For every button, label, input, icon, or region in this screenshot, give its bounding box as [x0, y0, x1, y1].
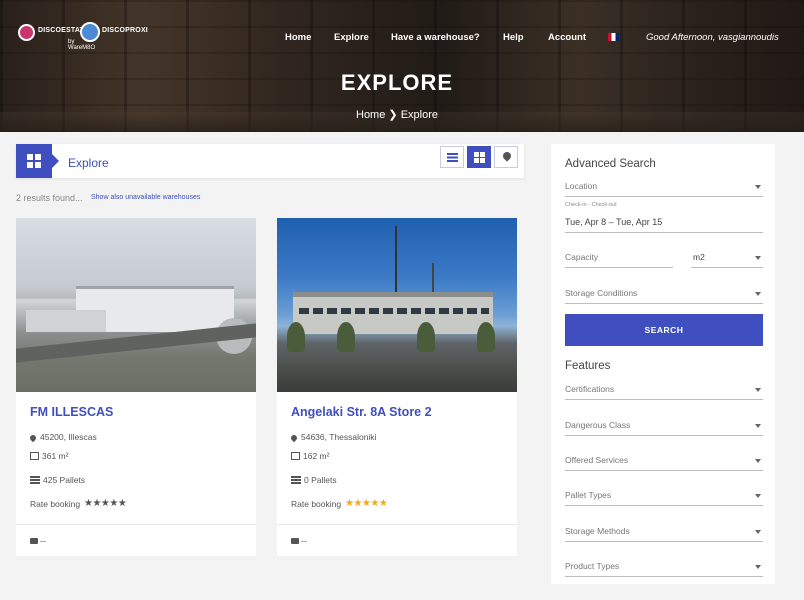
features-title: Features	[565, 360, 611, 372]
chevron-down-icon	[755, 292, 761, 296]
storage-conditions-label: Storage Conditions	[565, 288, 638, 298]
storage-methods-select[interactable]: Storage Methods	[565, 526, 763, 542]
capacity-input[interactable]: Capacity	[565, 252, 673, 268]
warehouse-pallets: 425 Pallets	[30, 475, 85, 485]
pallets-text: 0 Pallets	[304, 475, 337, 485]
map-view-button[interactable]	[494, 146, 518, 168]
offered-services-select[interactable]: Offered Services	[565, 455, 763, 471]
location-text: 45200, Illescas	[40, 432, 97, 442]
area-text: 162 m²	[303, 451, 330, 461]
briefcase-icon	[291, 538, 299, 544]
breadcrumb-separator: ❯	[388, 109, 398, 121]
pallets-text: 425 Pallets	[43, 475, 86, 485]
warehouse-card[interactable]: Angelaki Str. 8A Store 2 54636, Thessalo…	[277, 218, 517, 556]
explore-badge	[16, 144, 52, 178]
card-footer: --	[291, 536, 307, 546]
location-select[interactable]: Location	[565, 181, 763, 197]
user-greeting[interactable]: Good Afternoon, vasgiannoudis	[646, 32, 779, 43]
grid-icon	[474, 152, 485, 163]
page-title: EXPLORE	[340, 70, 454, 95]
date-range-underline	[565, 232, 763, 233]
warehouse-image[interactable]	[277, 218, 517, 392]
storage-methods-label: Storage Methods	[565, 526, 630, 536]
area-icon	[30, 452, 39, 460]
language-flag-icon[interactable]	[608, 33, 619, 41]
breadcrumb-current: Explore	[400, 109, 438, 121]
grid-icon	[27, 154, 41, 168]
chevron-down-icon	[755, 424, 761, 428]
warehouse-location: 54636, Thessaloniki	[289, 432, 377, 443]
card-divider	[16, 524, 256, 525]
warehouse-area: 361 m²	[30, 451, 68, 461]
list-view-button[interactable]	[440, 146, 464, 168]
warehouse-location: 45200, Illescas	[28, 432, 97, 443]
card-footer-text: --	[40, 536, 46, 546]
location-text: 54636, Thessaloniki	[301, 432, 377, 442]
chevron-down-icon	[755, 388, 761, 392]
warehouse-card[interactable]: FM ILLESCAS 45200, Illescas 361 m² 425 P…	[16, 218, 256, 556]
explore-label: Explore	[68, 156, 109, 170]
product-types-select[interactable]: Product Types	[565, 561, 763, 577]
rating-stars[interactable]: ★★★★★	[345, 498, 388, 509]
brand-byline: by WareM8O	[68, 39, 96, 51]
brand-name-2: DISCOPROXI	[102, 27, 148, 34]
dangerous-class-select[interactable]: Dangerous Class	[565, 420, 763, 436]
pallet-types-label: Pallet Types	[565, 490, 612, 500]
pallet-icon	[30, 476, 40, 484]
nav-account[interactable]: Account	[548, 32, 586, 43]
chevron-down-icon	[755, 530, 761, 534]
location-pin-icon	[28, 433, 38, 443]
map-pin-icon	[501, 150, 513, 162]
briefcase-icon	[30, 538, 38, 544]
show-unavailable-link[interactable]: Show also unavailable warehouses	[91, 194, 200, 201]
card-footer-text: --	[301, 536, 307, 546]
nav-help[interactable]: Help	[503, 32, 524, 43]
unit-select[interactable]: m2	[691, 252, 763, 268]
warehouse-title[interactable]: FM ILLESCAS	[30, 405, 113, 419]
rate-booking-label: Rate booking	[30, 499, 81, 509]
breadcrumb-home[interactable]: Home	[356, 109, 385, 121]
location-select-label: Location	[565, 181, 598, 191]
list-icon	[447, 153, 458, 162]
chevron-down-icon	[755, 565, 761, 569]
certifications-label: Certifications	[565, 384, 615, 394]
nav-have-a-warehouse[interactable]: Have a warehouse?	[391, 32, 480, 43]
warehouse-area: 162 m²	[291, 451, 329, 461]
nav-home[interactable]: Home	[285, 32, 311, 43]
date-range-label: Check-in - Check-out	[565, 202, 617, 208]
breadcrumb: Home ❯ Explore	[0, 108, 794, 121]
product-types-label: Product Types	[565, 561, 620, 571]
offered-services-label: Offered Services	[565, 455, 629, 465]
date-range-input[interactable]: Tue, Apr 8 – Tue, Apr 15	[565, 217, 662, 227]
explore-arrow	[52, 154, 59, 168]
rate-booking-label: Rate booking	[291, 499, 342, 509]
results-count: 2 results found...	[16, 193, 83, 203]
chevron-down-icon	[755, 185, 761, 189]
certifications-select[interactable]: Certifications	[565, 384, 763, 400]
capacity-label: Capacity	[565, 252, 599, 262]
search-button[interactable]: SEARCH	[565, 314, 763, 346]
dangerous-class-label: Dangerous Class	[565, 420, 631, 430]
discoestate-logo-icon	[18, 24, 35, 41]
warehouse-title[interactable]: Angelaki Str. 8A Store 2	[291, 405, 432, 419]
area-text: 361 m²	[42, 451, 69, 461]
warehouse-pallets: 0 Pallets	[291, 475, 337, 485]
grid-view-button[interactable]	[467, 146, 491, 168]
storage-conditions-select[interactable]: Storage Conditions	[565, 288, 763, 304]
location-pin-icon	[289, 433, 299, 443]
chevron-down-icon	[755, 494, 761, 498]
chevron-down-icon	[755, 459, 761, 463]
advanced-search-panel: Advanced Search Location Check-in - Chec…	[551, 144, 775, 584]
warehouse-image[interactable]	[16, 218, 256, 392]
pallet-types-select[interactable]: Pallet Types	[565, 490, 763, 506]
pallet-icon	[291, 476, 301, 484]
card-divider	[277, 524, 517, 525]
unit-value: m2	[693, 252, 705, 262]
card-footer: --	[30, 536, 46, 546]
area-icon	[291, 452, 300, 460]
nav-explore[interactable]: Explore	[334, 32, 369, 43]
rating-stars[interactable]: ★★★★★	[84, 498, 127, 509]
advanced-search-title: Advanced Search	[565, 158, 656, 170]
chevron-down-icon	[755, 256, 761, 260]
